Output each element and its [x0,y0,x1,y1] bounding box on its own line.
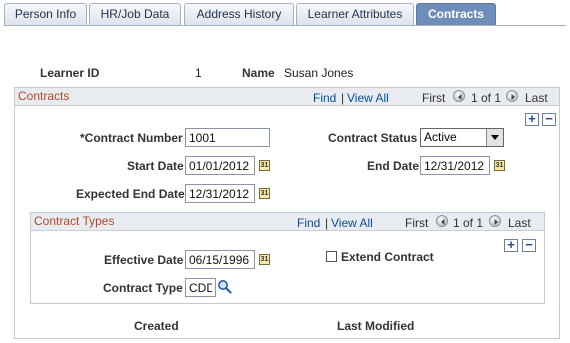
tab-label: HR/Job Data [100,7,170,21]
last-modified-label: Last Modified [337,319,415,333]
calendar-icon[interactable]: 31 [259,160,270,171]
contract-type-input[interactable] [185,278,216,297]
add-contract-type-button[interactable]: + [504,238,518,252]
tab-label: Contracts [427,7,484,21]
contract-types-count: 1 of 1 [453,216,484,230]
contract-status-select[interactable]: Active [420,128,504,147]
learner-id-label: Learner ID [40,66,100,80]
tab-label: Person Info [14,7,77,21]
learner-id-value: 1 [195,66,202,80]
previous-arrow-icon[interactable] [453,90,465,102]
expected-end-date-input[interactable] [185,184,255,203]
next-arrow-icon[interactable] [489,215,501,227]
next-arrow-icon[interactable] [506,90,518,102]
end-date-label: End Date [367,159,420,173]
contract-status-label: Contract Status [328,131,418,145]
tab-label: Learner Attributes [307,7,403,21]
contract-types-first-label[interactable]: First [405,216,428,230]
contracts-separator: | [341,91,345,105]
created-label: Created [134,319,179,333]
tab-person-info[interactable]: Person Info [4,3,87,25]
delete-contract-button[interactable]: − [542,112,556,126]
contracts-view-all-link[interactable]: View All [347,91,389,105]
contract-type-label: Contract Type [103,281,183,295]
contracts-first-label[interactable]: First [422,91,445,105]
name-value: Susan Jones [284,66,354,80]
contract-types-last-label[interactable]: Last [508,216,531,230]
start-date-label: Start Date [127,159,184,173]
name-label: Name [242,66,275,80]
contract-types-group-header: Contract Types Find | View All First 1 o… [31,213,544,231]
tab-address-history[interactable]: Address History [184,3,294,25]
tab-contracts[interactable]: Contracts [416,3,496,26]
effective-date-label: Effective Date [104,253,184,267]
chevron-down-icon [486,129,503,146]
extend-contract-checkbox[interactable] [326,251,337,262]
contracts-last-label[interactable]: Last [525,91,548,105]
magnifier-icon[interactable] [217,279,232,297]
delete-contract-type-button[interactable]: − [522,238,536,252]
calendar-icon[interactable]: 31 [259,188,270,199]
add-contract-button[interactable]: + [525,112,539,126]
calendar-icon[interactable]: 31 [259,254,270,265]
tab-hr-job-data[interactable]: HR/Job Data [89,3,181,25]
extend-contract-label: Extend Contract [341,250,434,264]
contracts-count: 1 of 1 [471,91,502,105]
contract-number-label: *Contract Number [80,131,183,145]
contract-types-find-link[interactable]: Find [297,216,320,230]
end-date-input[interactable] [420,156,490,175]
contract-types-separator: | [325,216,329,230]
contracts-group-header: Contracts Find | View All First 1 of 1 L… [15,88,559,106]
calendar-icon[interactable]: 31 [494,160,505,171]
contracts-find-link[interactable]: Find [313,91,336,105]
effective-date-input[interactable] [185,250,255,269]
start-date-input[interactable] [185,156,255,175]
tab-label: Address History [196,7,282,21]
previous-arrow-icon[interactable] [436,215,448,227]
tab-learner-attributes[interactable]: Learner Attributes [296,3,414,25]
contract-types-view-all-link[interactable]: View All [331,216,373,230]
contracts-title: Contracts [18,89,70,103]
contract-status-value: Active [424,130,457,144]
expected-end-date-label: Expected End Date [76,187,185,201]
contract-number-input[interactable] [185,128,270,147]
tab-divider [4,25,566,26]
contract-types-title: Contract Types [34,214,115,228]
